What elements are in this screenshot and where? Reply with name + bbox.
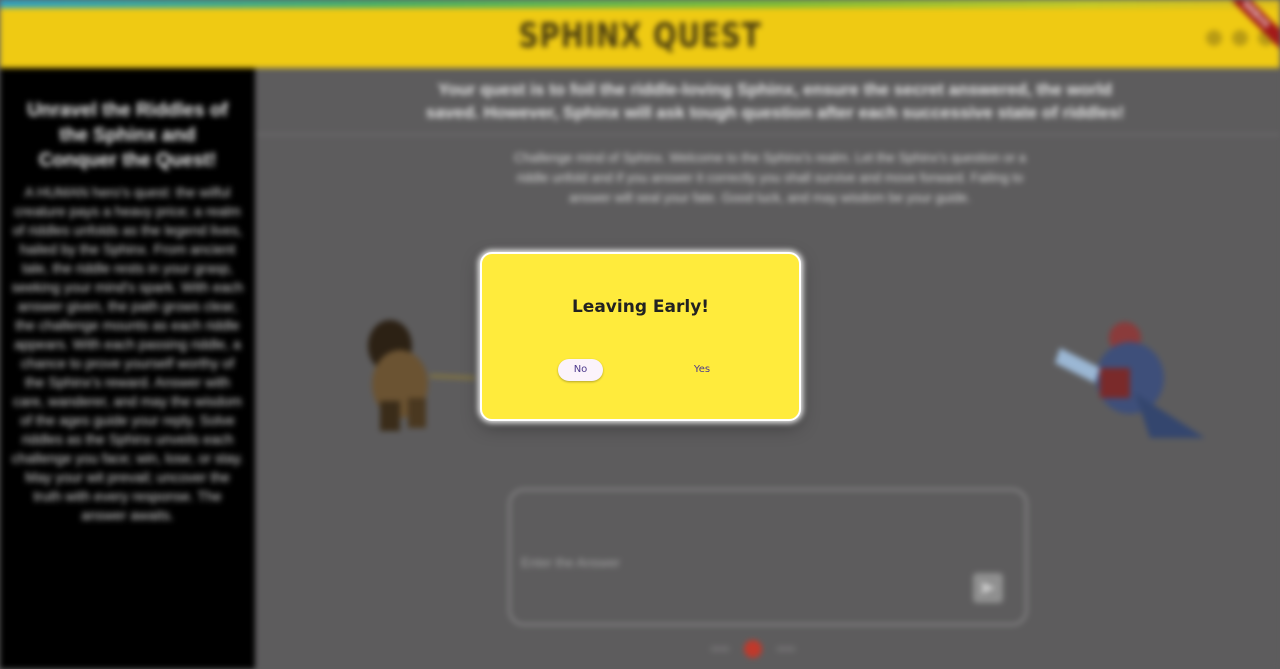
quest-headline: Your quest is to foil the riddle-loving … [425,80,1125,122]
sidebar-body: A HUMAN hero's quest: the wilful creatur… [11,184,244,523]
page-dot[interactable] [710,646,730,652]
sidebar: Unravel the Riddles of the Sphinx and Co… [0,68,255,669]
divider [255,134,1280,135]
yes-button[interactable]: Yes [681,359,723,381]
dialog-title: Leaving Early! [571,297,710,317]
no-button[interactable]: No [558,359,603,381]
page-dot[interactable] [776,646,796,652]
info-icon[interactable] [1232,30,1248,46]
answer-input[interactable]: Enter the Answer [521,555,620,570]
page-indicator [710,640,796,658]
gradient-strip [0,0,1280,8]
sidebar-title: Unravel the Riddles of the Sphinx and Co… [27,100,228,171]
app-title: SPHINX QUEST [518,16,762,56]
settings-icon[interactable] [1206,30,1222,46]
hero-image [368,320,476,431]
sphinx-image [1055,322,1205,438]
leaving-early-dialog: Leaving Early! No Yes [480,252,801,421]
send-button[interactable] [973,573,1003,603]
send-icon [981,582,995,594]
page-dot-active[interactable] [744,640,762,658]
app-bar: SPHINX QUEST [0,8,1280,68]
intro-text: Challenge mind of Sphinx. Welcome to the… [513,150,1026,205]
answer-input-box[interactable]: Enter the Answer [508,488,1028,626]
